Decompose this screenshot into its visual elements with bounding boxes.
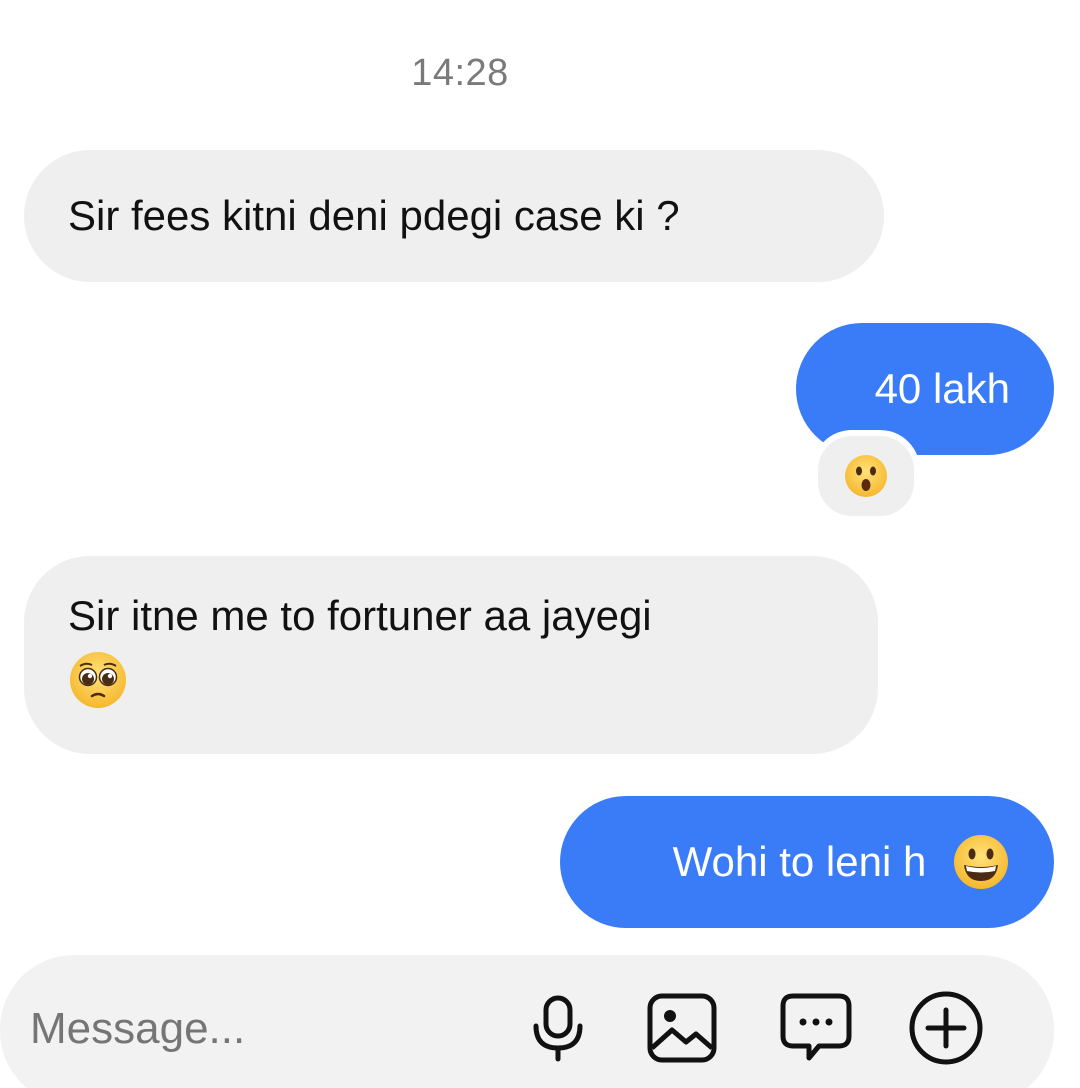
sticker-button[interactable] <box>776 988 856 1068</box>
message-input[interactable] <box>28 998 492 1060</box>
hushed-face-emoji-icon <box>845 455 887 497</box>
message-text: Sir itne me to fortuner aa jayegi <box>68 592 652 639</box>
gallery-icon <box>647 993 717 1063</box>
outgoing-message-bubble[interactable]: Wohi to leni h <box>560 796 1054 928</box>
message-timestamp: 14:28 <box>411 52 509 94</box>
message-emoji-line <box>68 648 834 712</box>
grinning-face-emoji-icon <box>954 834 1008 889</box>
message-reaction[interactable] <box>812 430 920 522</box>
add-icon <box>909 991 983 1065</box>
message-text: Wohi to leni h <box>672 838 927 885</box>
microphone-button[interactable] <box>518 988 598 1068</box>
add-button[interactable] <box>906 988 986 1068</box>
pleading-face-emoji-icon <box>70 652 126 708</box>
incoming-message-bubble[interactable]: Sir fees kitni deni pdegi case ki ? <box>24 150 884 282</box>
message-text: Sir fees kitni deni pdegi case ki ? <box>68 192 680 239</box>
sticker-icon <box>780 993 852 1061</box>
microphone-icon <box>533 995 583 1062</box>
incoming-message-bubble[interactable]: Sir itne me to fortuner aa jayegi <box>24 556 878 754</box>
chat-screen: 14:28 Sir fees kitni deni pdegi case ki … <box>0 0 1080 1088</box>
gallery-button[interactable] <box>642 988 722 1068</box>
message-text: 40 lakh <box>874 365 1010 412</box>
